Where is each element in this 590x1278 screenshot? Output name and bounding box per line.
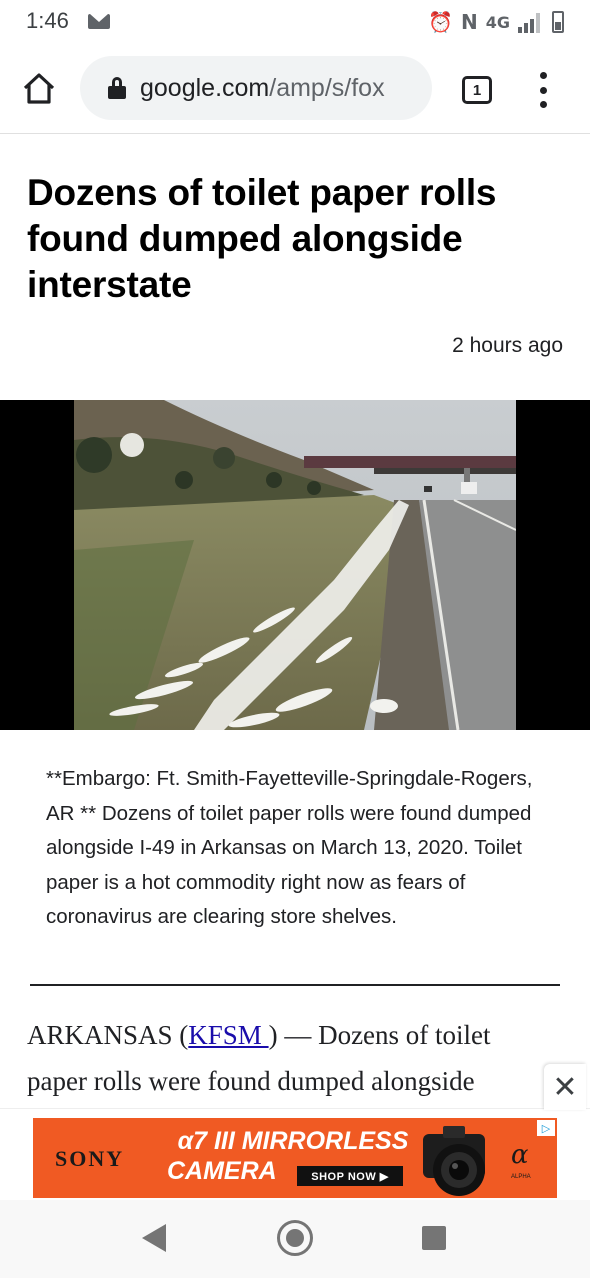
body-line-2: paper rolls were found dumped alongside <box>27 1066 475 1096</box>
battery-icon <box>552 11 564 33</box>
camera-image <box>423 1126 485 1196</box>
photo-caption: **Embargo: Ft. Smith-Fayetteville-Spring… <box>46 767 533 928</box>
ad-shop-now-button[interactable]: SHOP NOW ▶ <box>297 1166 403 1186</box>
article-body: ARKANSAS (KFSM ) — Dozens of toilet pape… <box>27 1012 587 1104</box>
body-text-suffix: ) — Dozens of toilet <box>268 1020 491 1050</box>
alpha-logo-sub: ALPHA <box>511 1174 531 1180</box>
alarm-icon: ⏰ <box>428 10 453 34</box>
kfsm-link[interactable]: KFSM <box>188 1020 268 1050</box>
home-icon[interactable] <box>20 70 58 108</box>
mail-icon <box>88 14 110 29</box>
divider <box>30 984 560 986</box>
status-time: 1:46 <box>26 8 69 33</box>
back-icon[interactable] <box>142 1224 166 1252</box>
sony-ad-banner[interactable]: SONY α7 III MIRRORLESS CAMERA SHOP NOW ▶… <box>33 1118 557 1198</box>
network-type-label: 4G <box>485 12 510 32</box>
lock-icon <box>108 77 126 99</box>
article-headline: Dozens of toilet paper rolls found dumpe… <box>27 172 497 305</box>
url-text[interactable]: google.com/amp/s/fox <box>140 74 385 103</box>
recent-apps-icon[interactable] <box>422 1226 446 1250</box>
ad-brand: SONY <box>55 1146 125 1171</box>
article-photo[interactable] <box>0 400 590 730</box>
status-bar: 1:46 ⏰ N 4G <box>0 0 590 44</box>
adchoices-icon[interactable]: ▷ <box>537 1120 555 1136</box>
browser-toolbar: google.com/amp/s/fox 1 <box>0 44 590 134</box>
system-nav-bar <box>0 1200 590 1278</box>
body-text-prefix: ARKANSAS ( <box>27 1020 189 1050</box>
nfc-icon: N <box>460 10 478 34</box>
article-timestamp: 2 hours ago <box>452 334 563 357</box>
address-bar[interactable]: google.com/amp/s/fox <box>80 56 432 120</box>
tab-switcher-button[interactable]: 1 <box>462 76 492 104</box>
overflow-menu-icon[interactable] <box>536 72 550 108</box>
ad-close-icon[interactable]: ✕ <box>544 1064 586 1110</box>
roadside-photo <box>74 400 516 730</box>
alpha-logo: α <box>511 1140 529 1170</box>
home-circle-icon[interactable] <box>277 1220 313 1256</box>
body-line-1: ARKANSAS (KFSM ) — Dozens of toilet <box>27 1012 587 1058</box>
status-icons: ⏰ N 4G <box>428 6 564 38</box>
ad-headline-line-1: α7 III MIRRORLESS <box>177 1127 409 1155</box>
signal-icon <box>518 11 544 33</box>
